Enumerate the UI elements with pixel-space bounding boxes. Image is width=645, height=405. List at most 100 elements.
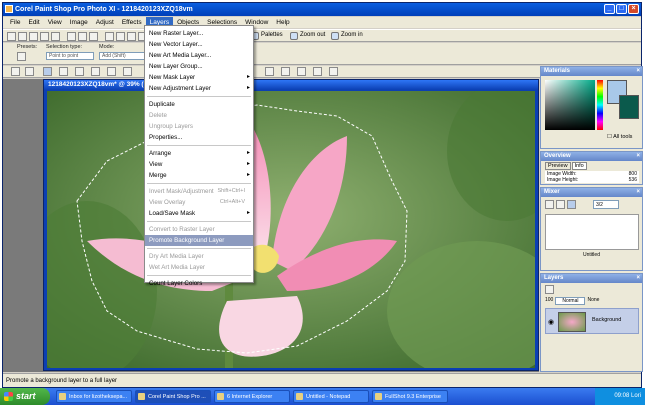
zoom-in-button[interactable]: Zoom in <box>331 31 363 40</box>
pen-tool-icon[interactable] <box>313 67 322 76</box>
cut-icon[interactable] <box>127 32 136 41</box>
menu-item-promote-background-layer[interactable]: Promote Background Layer <box>145 235 253 246</box>
palette-close-icon[interactable]: × <box>636 152 640 161</box>
hue-slider[interactable] <box>597 80 603 130</box>
brush-tool-icon[interactable] <box>329 67 338 76</box>
close-button[interactable]: × <box>628 4 639 14</box>
menu-item-delete[interactable]: Delete <box>145 110 253 121</box>
new-layer-icon[interactable] <box>545 285 554 294</box>
presets-icon[interactable] <box>17 52 26 61</box>
image-canvas[interactable] <box>47 91 535 368</box>
background-swatch[interactable] <box>619 95 639 119</box>
tab-info[interactable]: Info <box>571 162 587 170</box>
menu-item-convert-to-raster-layer[interactable]: Convert to Raster Layer <box>145 224 253 235</box>
link-mode-select[interactable]: None <box>587 297 599 305</box>
palette-sidebar: Materials × ☐ All tools Overview × Preview… <box>540 66 643 372</box>
menu-item-new-raster-layer[interactable]: New Raster Layer... <box>145 28 253 39</box>
layer-row[interactable]: ◉ Background <box>545 308 639 334</box>
task-ie[interactable]: 6 Internet Explorer <box>214 390 290 403</box>
menu-item-load-save-mask[interactable]: Load/Save Mask ▸ <box>145 208 253 219</box>
palettes-button[interactable]: Palettes <box>251 31 283 40</box>
maximize-button[interactable]: □ <box>616 4 627 14</box>
mixer-size-select[interactable]: 3/2 <box>593 200 619 209</box>
menu-item-view-overlay[interactable]: View Overlay Ctrl+Alt+V <box>145 197 253 208</box>
task-paintshop[interactable]: Corel Paint Shop Pro ... <box>135 390 211 403</box>
menu-effects[interactable]: Effects <box>118 17 146 28</box>
browse-icon[interactable] <box>29 32 38 41</box>
crop-tool-icon[interactable] <box>75 67 84 76</box>
save-icon[interactable] <box>67 32 76 41</box>
text-tool-icon[interactable] <box>281 67 290 76</box>
menu-item-new-layer-group[interactable]: New Layer Group... <box>145 61 253 72</box>
task-inbox[interactable]: Inbox for lizotheksepa... <box>56 390 132 403</box>
camera-icon[interactable] <box>40 32 49 41</box>
menu-item-ungroup-layers[interactable]: Ungroup Layers <box>145 121 253 132</box>
mode-select[interactable]: Add (Shift) <box>99 52 145 60</box>
palette-close-icon[interactable]: × <box>636 67 640 76</box>
menu-item-duplicate[interactable]: Duplicate <box>145 99 253 110</box>
task-notepad[interactable]: Untitled - Notepad <box>293 390 369 403</box>
menu-item-count-layer-colors[interactable]: Count Layer Colors <box>145 278 253 289</box>
submenu-arrow-icon: ▸ <box>246 210 250 216</box>
zoom-in-icon <box>331 31 339 40</box>
mixer-knife-icon[interactable] <box>567 200 576 209</box>
layer-thumbnail <box>558 312 586 332</box>
shape-tool-icon[interactable] <box>297 67 306 76</box>
mixer-brush-icon[interactable] <box>545 200 554 209</box>
fill-icon[interactable] <box>265 67 274 76</box>
new-icon[interactable] <box>7 32 16 41</box>
menu-edit[interactable]: Edit <box>24 17 43 28</box>
menu-item-properties[interactable]: Properties... <box>145 132 253 143</box>
print-icon[interactable] <box>89 32 98 41</box>
dropper-icon[interactable] <box>59 67 68 76</box>
menu-file[interactable]: File <box>6 17 24 28</box>
mixer-palette: Mixer × 3/2 Untitled <box>540 187 643 271</box>
scanner-icon[interactable] <box>51 32 60 41</box>
undo-icon[interactable] <box>105 32 114 41</box>
task-fullshot[interactable]: FullShot 9.3 Enterprise <box>372 390 448 403</box>
menu-help[interactable]: Help <box>272 17 293 28</box>
minimize-button[interactable]: _ <box>604 4 615 14</box>
menu-item-new-art-media-layer[interactable]: New Art Media Layer... <box>145 50 253 61</box>
save-as-icon[interactable] <box>78 32 87 41</box>
open-icon[interactable] <box>18 32 27 41</box>
menu-item-wet-art-media-layer[interactable]: Wet Art Media Layer <box>145 262 253 273</box>
menu-item-arrange[interactable]: Arrange ▸ <box>145 148 253 159</box>
menu-item-new-mask-layer[interactable]: New Mask Layer ▸ <box>145 72 253 83</box>
menu-item-label: Merge <box>149 172 167 179</box>
menu-item-label: New Adjustment Layer <box>149 85 211 92</box>
menu-item-dry-art-media-layer[interactable]: Dry Art Media Layer <box>145 251 253 262</box>
menu-item-new-vector-layer[interactable]: New Vector Layer... <box>145 39 253 50</box>
zoom-out-button[interactable]: Zoom out <box>290 31 325 40</box>
menu-item-merge[interactable]: Merge ▸ <box>145 170 253 181</box>
tab-preview[interactable]: Preview <box>545 162 571 170</box>
menu-item-label: Wet Art Media Layer <box>149 264 205 271</box>
menu-adjust[interactable]: Adjust <box>92 17 118 28</box>
mixer-canvas[interactable] <box>545 214 639 250</box>
menu-item-new-adjustment-layer[interactable]: New Adjustment Layer ▸ <box>145 83 253 94</box>
menu-view[interactable]: View <box>44 17 66 28</box>
menu-item-view[interactable]: View ▸ <box>145 159 253 170</box>
move-tool-icon[interactable] <box>25 67 34 76</box>
fullshot-icon <box>375 393 382 400</box>
all-tools-checkbox[interactable]: ☐ All tools <box>607 134 632 140</box>
menu-image[interactable]: Image <box>66 17 92 28</box>
mixer-title: Mixer <box>544 189 560 195</box>
menu-item-invert-mask-adjustment[interactable]: Invert Mask/Adjustment Shift+Ctrl+I <box>145 186 253 197</box>
mixer-fill-icon[interactable] <box>556 200 565 209</box>
palette-close-icon[interactable]: × <box>636 274 640 283</box>
system-tray: 09:08 Lori <box>595 388 645 405</box>
redo-icon[interactable] <box>116 32 125 41</box>
eye-icon[interactable]: ◉ <box>548 318 554 326</box>
start-button[interactable]: start <box>0 388 50 405</box>
straighten-icon[interactable] <box>91 67 100 76</box>
pan-tool-icon[interactable] <box>11 67 20 76</box>
selection-type-select[interactable]: Point to point <box>46 52 94 60</box>
opacity-value[interactable]: 100 <box>545 297 553 305</box>
color-picker[interactable] <box>545 80 595 130</box>
freehand-selection-icon[interactable] <box>43 67 52 76</box>
clone-icon[interactable] <box>123 67 132 76</box>
blend-mode-select[interactable]: Normal <box>555 297 586 305</box>
palette-close-icon[interactable]: × <box>636 188 640 197</box>
red-eye-icon[interactable] <box>107 67 116 76</box>
